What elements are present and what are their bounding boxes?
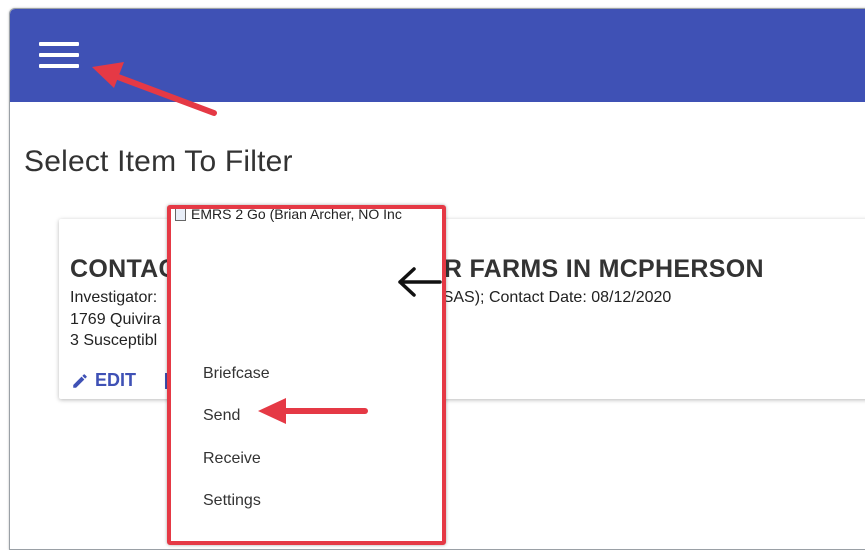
menu-popup-window: EMRS 2 Go (Brian Archer, NO Inc Briefcas… xyxy=(167,205,446,545)
card-investigator-right: NSAS); Contact Date: 08/12/2020 xyxy=(431,289,672,306)
menu-item-settings[interactable]: Settings xyxy=(203,492,261,510)
menu-item-receive[interactable]: Receive xyxy=(203,450,261,468)
edit-button[interactable]: EDIT xyxy=(71,370,136,391)
card-title-right: R FARMS IN MCPHERSON xyxy=(443,255,764,283)
edit-button-label: EDIT xyxy=(95,370,137,390)
card-susceptible-line: 3 Susceptibl xyxy=(70,332,158,349)
popup-window-title: EMRS 2 Go (Brian Archer, NO Inc xyxy=(191,206,402,222)
menu-item-send[interactable]: Send xyxy=(203,407,240,425)
hamburger-menu-icon[interactable] xyxy=(39,42,79,68)
popup-titlebar: EMRS 2 Go (Brian Archer, NO Inc xyxy=(175,206,402,222)
document-icon xyxy=(175,209,186,221)
menu-item-briefcase[interactable]: Briefcase xyxy=(203,365,270,383)
page-title: Select Item To Filter xyxy=(24,145,293,178)
arrow-left-icon[interactable] xyxy=(398,267,442,297)
card-investigator-left: Investigator: xyxy=(70,289,158,306)
pencil-icon xyxy=(73,373,87,388)
card-title-left: CONTAC xyxy=(70,255,177,283)
app-bar xyxy=(10,9,865,102)
card-address-line: 1769 Quivira xyxy=(70,311,161,328)
